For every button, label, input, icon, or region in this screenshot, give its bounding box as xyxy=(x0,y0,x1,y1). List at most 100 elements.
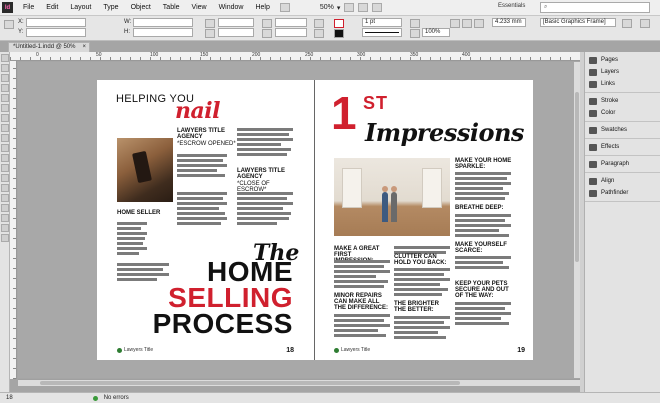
panel-label: Swatches xyxy=(601,127,628,133)
menu-layout[interactable]: Layout xyxy=(64,4,97,11)
menu-help[interactable]: Help xyxy=(249,4,275,11)
rotate-icon[interactable] xyxy=(262,19,272,28)
flip-horizontal-icon[interactable] xyxy=(314,19,324,28)
links-panel-button[interactable]: Links xyxy=(585,78,660,90)
color-panel-button[interactable]: Color xyxy=(585,107,660,119)
selection-tool-icon[interactable] xyxy=(1,54,9,62)
sparkle-heading: MAKE YOUR HOME SPARKLE: xyxy=(455,158,512,170)
eyedropper-tool-icon[interactable] xyxy=(1,194,9,202)
scale-y-field[interactable] xyxy=(218,28,254,37)
brighter-heading: THE BRIGHTER THE BETTER: xyxy=(394,301,439,313)
pages-panel-button[interactable]: Pages xyxy=(585,54,660,66)
stroke-color-icon[interactable] xyxy=(334,29,344,38)
fill-none-icon[interactable] xyxy=(334,19,344,28)
horizontal-scroll-thumb[interactable] xyxy=(40,381,460,385)
zoom-tool-icon[interactable] xyxy=(1,214,9,222)
page-navigator[interactable]: 18 xyxy=(6,395,13,401)
pen-tool-icon[interactable] xyxy=(1,114,9,122)
fill-frame-icon[interactable] xyxy=(474,19,484,28)
close-icon[interactable]: × xyxy=(82,43,86,52)
logo-text: Lawyers Title xyxy=(341,347,371,353)
view-options-icon[interactable] xyxy=(344,3,355,12)
links-icon xyxy=(589,80,597,88)
text-block xyxy=(117,263,173,281)
preflight-status[interactable]: No errors xyxy=(104,395,129,401)
line-tool-icon[interactable] xyxy=(1,104,9,112)
type-tool-icon[interactable] xyxy=(1,94,9,102)
gap-tool-icon[interactable] xyxy=(1,84,9,92)
pencil-tool-icon[interactable] xyxy=(1,124,9,132)
text-wrap-icon[interactable] xyxy=(410,19,420,28)
hand-tool-icon[interactable] xyxy=(1,204,9,212)
layers-panel-button[interactable]: Layers xyxy=(585,66,660,78)
rectangle-frame-tool-icon[interactable] xyxy=(1,134,9,142)
arrange-documents-icon[interactable] xyxy=(372,3,383,12)
rotate-field[interactable] xyxy=(275,18,307,27)
swatches-panel-button[interactable]: Swatches xyxy=(585,124,660,136)
scissors-tool-icon[interactable] xyxy=(1,154,9,162)
effects-icon[interactable] xyxy=(410,29,420,38)
bridge-icon[interactable] xyxy=(279,3,290,12)
menu-table[interactable]: Table xyxy=(157,4,186,11)
menu-window[interactable]: Window xyxy=(213,4,250,11)
object-style-dropdown[interactable]: [Basic Graphics Frame] xyxy=(540,18,616,27)
x-field[interactable] xyxy=(26,18,86,27)
shear-icon[interactable] xyxy=(262,29,272,38)
st-suffix: ST xyxy=(363,93,389,113)
menu-edit[interactable]: Edit xyxy=(40,4,64,11)
panel-label: Align xyxy=(601,178,615,184)
pathfinder-panel-button[interactable]: Pathfinder xyxy=(585,187,660,199)
quick-apply-icon[interactable] xyxy=(622,19,632,28)
opacity-field[interactable]: 100% xyxy=(422,28,450,37)
lawyers-title-logo: Lawyers Title xyxy=(334,347,370,353)
note-tool-icon[interactable] xyxy=(1,184,9,192)
page-number: 18 xyxy=(286,347,294,354)
h-field[interactable] xyxy=(133,28,193,37)
fx-icon xyxy=(589,143,597,151)
stroke-panel-button[interactable]: Stroke xyxy=(585,95,660,107)
flip-vertical-icon[interactable] xyxy=(314,29,324,38)
minor-repairs-heading: MINOR REPAIRS CAN MAKE ALL THE DIFFERENC… xyxy=(334,293,388,311)
direct-selection-tool-icon[interactable] xyxy=(1,64,9,72)
horizontal-scrollbar[interactable] xyxy=(18,379,580,386)
y-field[interactable] xyxy=(26,28,86,37)
shear-field[interactable] xyxy=(275,28,307,37)
menu-view[interactable]: View xyxy=(186,4,213,11)
nail-hammer-photo[interactable] xyxy=(117,138,173,202)
panel-group: Stroke Color xyxy=(585,93,660,122)
reference-point-icon[interactable] xyxy=(4,20,14,29)
stroke-weight-field[interactable]: 1 pt xyxy=(362,18,402,27)
help-search-input[interactable]: ⌕ xyxy=(540,2,650,13)
scale-x-field[interactable] xyxy=(218,18,254,27)
screen-mode-icon[interactable] xyxy=(358,3,369,12)
scale-x-icon[interactable] xyxy=(205,19,215,28)
page-tool-icon[interactable] xyxy=(1,74,9,82)
scale-y-icon[interactable] xyxy=(205,29,215,38)
menu-file[interactable]: File xyxy=(17,4,40,11)
menu-type[interactable]: Type xyxy=(97,4,124,11)
vertical-scroll-thumb[interactable] xyxy=(575,92,579,262)
fill-stroke-icon[interactable] xyxy=(1,224,9,232)
fit-frame-icon[interactable] xyxy=(462,19,472,28)
panel-group: Effects xyxy=(585,139,660,156)
paragraph-panel-button[interactable]: Paragraph xyxy=(585,158,660,170)
document-tab[interactable]: *Untitled-1.indd @ 50% × xyxy=(8,42,90,52)
couple-new-home-photo[interactable] xyxy=(334,158,450,236)
screen-mode-tool-icon[interactable] xyxy=(1,234,9,242)
align-panel-button[interactable]: Align xyxy=(585,175,660,187)
workspace-switcher[interactable]: Essentials xyxy=(498,3,525,9)
effects-panel-button[interactable]: Effects xyxy=(585,141,660,153)
fit-content-icon[interactable] xyxy=(450,19,460,28)
panel-menu-icon[interactable] xyxy=(640,19,650,28)
gradient-tool-icon[interactable] xyxy=(1,174,9,182)
stroke-type-dropdown[interactable] xyxy=(362,28,402,37)
rectangle-tool-icon[interactable] xyxy=(1,144,9,152)
free-transform-tool-icon[interactable] xyxy=(1,164,9,172)
page-18[interactable]: HELPING YOU nail LAWYERS TITLE AGENCY *E… xyxy=(97,80,315,360)
menu-object[interactable]: Object xyxy=(125,4,157,11)
vertical-ruler[interactable] xyxy=(10,61,17,379)
page-19[interactable]: 1 ST Impressions MAKE YOUR HOME SPARKLE:… xyxy=(315,80,533,360)
corner-size-field[interactable]: 4.233 mm xyxy=(492,18,526,27)
w-field[interactable] xyxy=(133,18,193,27)
zoom-level-dropdown[interactable]: 50% ▾ xyxy=(320,4,341,12)
